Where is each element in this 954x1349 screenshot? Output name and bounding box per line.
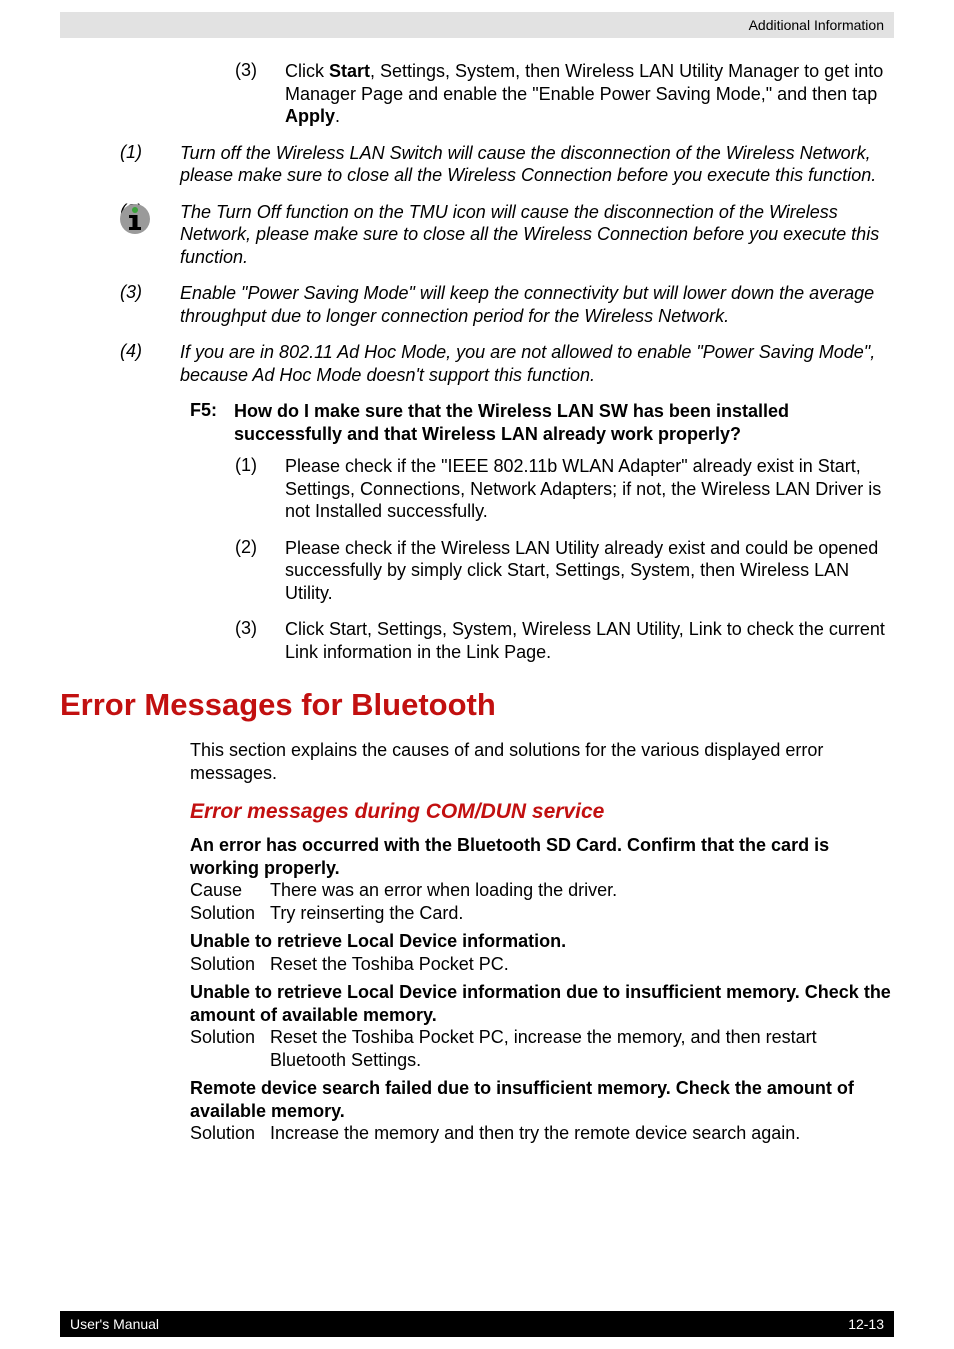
error-title: An error has occurred with the Bluetooth… bbox=[190, 834, 894, 879]
error-row: Solution Reset the Toshiba Pocket PC. bbox=[190, 953, 509, 976]
error-title: Unable to retrieve Local Device informat… bbox=[190, 981, 894, 1026]
error-value: Reset the Toshiba Pocket PC. bbox=[270, 953, 509, 976]
note-text: If you are in 802.11 Ad Hoc Mode, you ar… bbox=[180, 341, 894, 386]
note-item: (1) Turn off the Wireless LAN Switch wil… bbox=[120, 142, 894, 187]
faq-answer-item: (2) Please check if the Wireless LAN Uti… bbox=[235, 537, 894, 605]
error-key: Cause bbox=[190, 879, 270, 902]
section-intro: This section explains the causes of and … bbox=[190, 739, 894, 784]
text-fragment: . bbox=[335, 106, 340, 126]
error-key: Solution bbox=[190, 953, 270, 976]
error-key: Solution bbox=[190, 1122, 270, 1145]
text-bold: Start bbox=[329, 61, 370, 81]
footer-right: 12-13 bbox=[848, 1316, 884, 1332]
step-text: Click Start, Settings, System, then Wire… bbox=[285, 60, 894, 128]
error-key: Solution bbox=[190, 1026, 270, 1071]
answer-text: Click Start, Settings, System, Wireless … bbox=[285, 618, 894, 663]
error-value: Try reinserting the Card. bbox=[270, 902, 463, 925]
note-text: Enable "Power Saving Mode" will keep the… bbox=[180, 282, 894, 327]
error-row: Solution Try reinserting the Card. bbox=[190, 902, 463, 925]
answer-number: (3) bbox=[235, 618, 285, 663]
footer-left: User's Manual bbox=[70, 1316, 159, 1332]
error-row: Cause There was an error when loading th… bbox=[190, 879, 617, 902]
note-number: (3) bbox=[120, 282, 180, 327]
error-title: Remote device search failed due to insuf… bbox=[190, 1077, 894, 1122]
note-number: (4) bbox=[120, 341, 180, 386]
faq-answer-item: (1) Please check if the "IEEE 802.11b WL… bbox=[235, 455, 894, 523]
text-fragment: , Settings, System, then Wireless LAN Ut… bbox=[285, 61, 883, 104]
note-item: (4) If you are in 802.11 Ad Hoc Mode, yo… bbox=[120, 341, 894, 386]
info-icon bbox=[118, 202, 152, 236]
faq-label: F5: bbox=[190, 400, 234, 445]
page-header: Additional Information bbox=[60, 12, 894, 38]
text-fragment: Click bbox=[285, 61, 329, 81]
error-value: Reset the Toshiba Pocket PC, increase th… bbox=[270, 1026, 894, 1071]
error-row: Solution Reset the Toshiba Pocket PC, in… bbox=[190, 1026, 894, 1071]
text-bold: Apply bbox=[285, 106, 335, 126]
page-footer: User's Manual 12-13 bbox=[60, 1311, 894, 1337]
answer-number: (1) bbox=[235, 455, 285, 523]
answer-text: Please check if the "IEEE 802.11b WLAN A… bbox=[285, 455, 894, 523]
error-title: Unable to retrieve Local Device informat… bbox=[190, 930, 894, 953]
note-item: (2) The Turn Off function on the TMU ico… bbox=[120, 201, 894, 269]
step-number: (3) bbox=[235, 60, 285, 128]
error-value: There was an error when loading the driv… bbox=[270, 879, 617, 902]
page-content: (3) Click Start, Settings, System, then … bbox=[60, 60, 894, 1145]
note-item: (3) Enable "Power Saving Mode" will keep… bbox=[120, 282, 894, 327]
section-heading: Error Messages for Bluetooth bbox=[60, 687, 894, 723]
error-key: Solution bbox=[190, 902, 270, 925]
answer-number: (2) bbox=[235, 537, 285, 605]
faq-question: F5: How do I make sure that the Wireless… bbox=[190, 400, 894, 445]
error-value: Increase the memory and then try the rem… bbox=[270, 1122, 800, 1145]
faq-text: How do I make sure that the Wireless LAN… bbox=[234, 400, 894, 445]
faq-answer-item: (3) Click Start, Settings, System, Wirel… bbox=[235, 618, 894, 663]
note-text: Turn off the Wireless LAN Switch will ca… bbox=[180, 142, 894, 187]
step-item: (3) Click Start, Settings, System, then … bbox=[235, 60, 894, 128]
note-text: The Turn Off function on the TMU icon wi… bbox=[180, 201, 894, 269]
answer-text: Please check if the Wireless LAN Utility… bbox=[285, 537, 894, 605]
header-title: Additional Information bbox=[749, 17, 884, 33]
subsection-heading: Error messages during COM/DUN service bbox=[190, 800, 894, 824]
error-row: Solution Increase the memory and then tr… bbox=[190, 1122, 800, 1145]
note-number: (1) bbox=[120, 142, 180, 187]
